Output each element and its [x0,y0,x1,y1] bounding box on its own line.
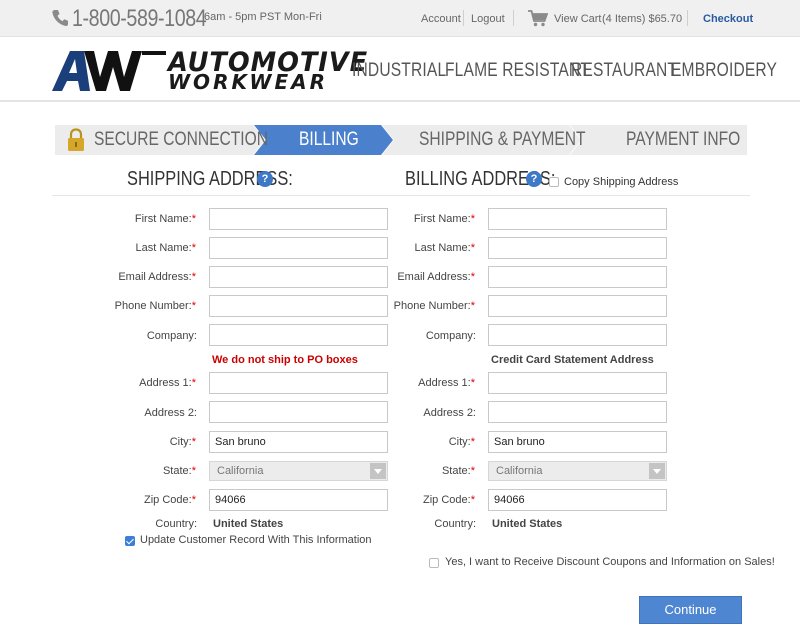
checkout-link[interactable]: Checkout [703,13,753,25]
billing-city-label: City:* [448,436,475,448]
shipping-country-value: United States [213,518,284,530]
billing-state-label: State:* [441,465,475,477]
billing-country-value: United States [492,518,563,530]
step-billing: BILLING [254,125,393,155]
billing-first-name-input[interactable] [488,208,667,230]
divider [463,10,464,26]
nav-flame-resistant[interactable]: FLAME RESISTANT [445,60,590,82]
copy-shipping-label[interactable]: Copy Shipping Address [564,176,678,188]
shipping-email-label: Email Address:* [118,271,196,283]
shipping-address1-label: Address 1:* [139,377,196,389]
update-record-checkbox[interactable] [125,536,135,546]
billing-address1-label: Address 1:* [418,377,475,389]
billing-city-input[interactable] [488,431,667,453]
help-icon[interactable]: ? [526,171,542,187]
billing-last-name-label: Last Name:* [414,242,475,254]
account-link[interactable]: Account [421,13,461,25]
shipping-state-label: State:* [162,465,196,477]
automotive-workwear-logo[interactable]: AUTOMOTIVE WORKWEAR [50,45,367,94]
divider [687,10,688,26]
divider [513,10,514,26]
cart-icon[interactable] [528,10,548,27]
billing-last-name-input[interactable] [488,237,667,259]
billing-company-label: Company: [425,330,476,342]
shipping-country-label: Country: [155,518,197,530]
nav-embroidery[interactable]: EMBROIDERY [671,60,777,82]
discount-optin-label[interactable]: Yes, I want to Receive Discount Coupons … [445,556,775,568]
step-secure-connection: SECURE CONNECTION [55,125,268,155]
chevron-down-icon [649,463,665,479]
shipping-state-value: California [217,465,264,477]
copy-shipping-checkbox[interactable] [549,177,559,187]
step-label: BILLING [299,129,359,150]
section-divider [52,195,750,196]
cart-summary[interactable]: (4 Items) $65.70 [602,13,682,25]
shipping-city-label: City:* [169,436,196,448]
nav-restaurant[interactable]: RESTAURANT [571,60,677,82]
update-record-label[interactable]: Update Customer Record With This Informa… [140,534,372,546]
billing-address2-label: Address 2: [423,407,476,419]
shipping-company-label: Company: [146,330,197,342]
billing-phone-label: Phone Number:* [393,300,475,312]
step-label: SECURE CONNECTION [94,129,268,150]
business-hours: 6am - 5pm PST Mon-Fri [204,11,322,23]
top-bar: 1-800-589-1084 6am - 5pm PST Mon-Fri Acc… [0,0,800,37]
step-payment-info: PAYMENT INFO [570,125,747,155]
shipping-phone-label: Phone Number:* [114,300,196,312]
billing-address1-input[interactable] [488,372,667,394]
billing-state-select[interactable]: California [488,461,667,481]
billing-first-name-label: First Name:* [413,213,475,225]
logout-link[interactable]: Logout [471,13,505,25]
step-shipping-payment: SHIPPING & PAYMENT [382,125,586,155]
shipping-address2-label: Address 2: [144,407,197,419]
billing-state-value: California [496,465,543,477]
billing-email-label: Email Address:* [397,271,475,283]
step-label: SHIPPING & PAYMENT [419,129,586,150]
phone-number: 1-800-589-1084 [72,5,207,32]
billing-zip-label: Zip Code:* [423,494,475,506]
shipping-last-name-label: Last Name:* [135,242,196,254]
discount-optin-checkbox[interactable] [429,558,439,568]
billing-country-label: Country: [434,518,476,530]
lock-icon [68,128,84,151]
continue-button[interactable]: Continue [639,596,742,624]
help-icon[interactable]: ? [257,171,273,187]
billing-email-input[interactable] [488,266,667,288]
view-cart-link[interactable]: View Cart [554,13,601,25]
billing-zip-input[interactable] [488,489,667,511]
credit-card-statement-note: Credit Card Statement Address [491,354,654,366]
shipping-zip-label: Zip Code:* [144,494,196,506]
aw-logo-mark [52,51,166,91]
billing-address2-input[interactable] [488,401,667,423]
shipping-first-name-label: First Name:* [134,213,196,225]
site-header: AUTOMOTIVE WORKWEAR INDUSTRIAL FLAME RES… [0,37,800,102]
logo-text-line2: WORKWEAR [168,70,329,94]
nav-industrial[interactable]: INDUSTRIAL [352,60,446,82]
phone-icon [52,10,68,27]
checkout-progress: SECURE CONNECTION BILLING SHIPPING & PAY… [55,125,747,155]
po-box-warning: We do not ship to PO boxes [212,354,358,366]
billing-phone-input[interactable] [488,295,667,317]
step-label: PAYMENT INFO [626,129,741,150]
billing-company-input[interactable] [488,324,667,346]
